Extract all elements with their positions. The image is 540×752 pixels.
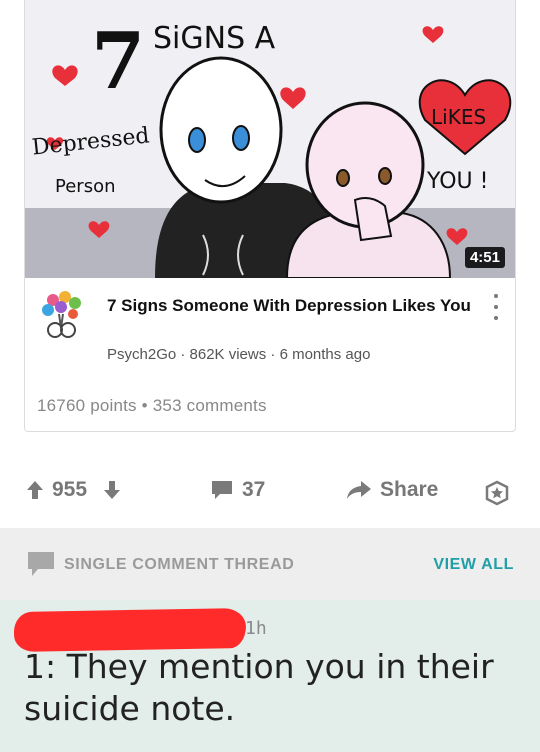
share-label: Share bbox=[380, 478, 439, 501]
thumbnail-illustration: 7 SiGNS A Depressed Person LiKES YOU ! bbox=[25, 0, 515, 278]
thumb-likes: LiKES bbox=[431, 105, 486, 129]
comments-button[interactable]: 37 bbox=[210, 478, 265, 502]
thumb-person: Person bbox=[55, 176, 116, 197]
comment-timestamp: 1h bbox=[245, 618, 267, 639]
speech-bubble-icon bbox=[28, 552, 54, 576]
award-star-icon[interactable] bbox=[484, 480, 510, 506]
video-meta: Psych2Go · 862K views · 6 months ago bbox=[107, 346, 371, 363]
video-title[interactable]: 7 Signs Someone With Depression Likes Yo… bbox=[107, 294, 487, 318]
thread-label: SINGLE COMMENT THREAD bbox=[64, 556, 295, 573]
arrow-up-icon[interactable] bbox=[26, 480, 44, 500]
share-button[interactable]: Share bbox=[346, 478, 438, 502]
arrow-down-icon[interactable] bbox=[103, 480, 121, 500]
comment-text: 1: They mention you in their suicide not… bbox=[24, 647, 494, 728]
video-duration: 4:51 bbox=[464, 247, 505, 268]
thumb-signs-a: SiGNS A bbox=[153, 21, 276, 56]
thumb-number: 7 bbox=[91, 16, 145, 107]
comment: 1h 1: They mention you in their suicide … bbox=[0, 600, 540, 752]
psych2go-tree-logo-icon[interactable] bbox=[39, 290, 85, 340]
video-card[interactable]: 7 SiGNS A Depressed Person LiKES YOU ! 4… bbox=[24, 0, 516, 432]
thumb-you: YOU ! bbox=[426, 169, 488, 194]
view-all-link[interactable]: VIEW ALL bbox=[433, 556, 514, 574]
comment-count: 37 bbox=[242, 478, 266, 501]
share-arrow-icon bbox=[347, 481, 371, 499]
thread-header: SINGLE COMMENT THREAD VIEW ALL bbox=[0, 528, 540, 600]
upvote-count: 955 bbox=[52, 478, 88, 501]
post-stats: 16760 points • 353 comments bbox=[37, 396, 267, 415]
more-options-icon[interactable] bbox=[491, 294, 501, 320]
action-bar: 955 37 Share bbox=[0, 468, 540, 516]
vote-group: 955 bbox=[26, 478, 121, 502]
comment-bubble-icon bbox=[212, 481, 232, 499]
video-thumbnail[interactable]: 7 SiGNS A Depressed Person LiKES YOU ! 4… bbox=[25, 0, 515, 278]
